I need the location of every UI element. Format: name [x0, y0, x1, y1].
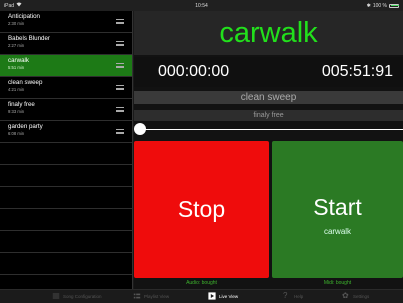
song-duration: 5:51 min: [8, 64, 25, 70]
empty-row: [0, 165, 132, 187]
tab-live-view[interactable]: Live View: [208, 292, 238, 300]
midi-status: Midi: bought: [323, 280, 352, 286]
song-row-finaly-free[interactable]: finaly free 9:33 min: [0, 99, 132, 121]
help-icon: ?: [283, 291, 288, 300]
remaining-time: 005:51:91: [321, 63, 393, 80]
song-row-anticipation[interactable]: Anticipation 2:30 min: [0, 11, 132, 33]
tab-help[interactable]: ? Help: [283, 292, 303, 300]
song-title: Anticipation: [8, 13, 40, 20]
after-next-song: finaly free: [134, 110, 403, 121]
position-slider-knob[interactable]: [134, 123, 146, 135]
start-label: Start: [313, 194, 362, 220]
timer-panel: 000:00:00 005:51:91: [134, 57, 403, 87]
tab-label: Live View: [219, 293, 239, 299]
song-row-carwalk[interactable]: carwalk 5:51 min: [0, 55, 132, 77]
tab-settings[interactable]: ✿ Settings: [342, 292, 369, 300]
wifi-icon: [16, 2, 22, 9]
reorder-handle-icon[interactable]: [116, 129, 124, 134]
tab-label: Playlist View: [144, 293, 170, 299]
song-duration: 9:33 min: [8, 108, 25, 114]
song-duration: 4:21 min: [8, 86, 25, 92]
song-duration: 2:27 min: [8, 42, 25, 48]
tab-playlist-view[interactable]: Playlist View: [133, 292, 169, 300]
song-title: carwalk: [8, 57, 29, 64]
live-view: carwalk 000:00:00 005:51:91 clean sweep …: [134, 11, 403, 289]
reorder-handle-icon[interactable]: [116, 41, 124, 46]
audio-status: Audio: bought: [186, 280, 217, 286]
song-list[interactable]: Anticipation 2:30 min Babels Blunder 2:2…: [0, 11, 133, 289]
bluetooth-icon: ✱: [366, 2, 371, 9]
play-icon: [208, 292, 216, 300]
next-song: clean sweep: [134, 91, 403, 104]
empty-row: [0, 231, 132, 253]
reorder-handle-icon[interactable]: [116, 107, 124, 112]
battery-icon: [389, 3, 400, 8]
song-row-babels-blunder[interactable]: Babels Blunder 2:27 min: [0, 33, 132, 55]
song-duration: 6:08 min: [8, 130, 25, 136]
reorder-handle-icon[interactable]: [116, 85, 124, 90]
song-title: garden party: [8, 123, 43, 130]
position-slider-track[interactable]: [140, 129, 403, 130]
song-duration: 2:30 min: [8, 20, 25, 26]
tab-song-configuration[interactable]: Song Configuration: [52, 292, 102, 300]
song-row-garden-party[interactable]: garden party 6:08 min: [0, 121, 132, 143]
reorder-handle-icon[interactable]: [116, 63, 124, 68]
reorder-handle-icon[interactable]: [116, 19, 124, 24]
empty-row: [0, 187, 132, 209]
start-button[interactable]: Start carwalk: [272, 141, 403, 278]
battery-percent: 100 %: [372, 2, 388, 9]
empty-row: [0, 143, 132, 165]
stop-label: Stop: [177, 196, 226, 222]
empty-row: [0, 209, 132, 231]
song-title: Babels Blunder: [8, 35, 50, 42]
tab-label: Settings: [353, 293, 370, 299]
tab-label: Song Configuration: [63, 293, 102, 299]
current-song-title: carwalk: [134, 11, 403, 55]
list-settings-icon: [52, 293, 60, 299]
gear-icon: ✿: [342, 291, 349, 300]
stop-button[interactable]: Stop: [134, 141, 269, 278]
song-row-clean-sweep[interactable]: clean sweep 4:21 min: [0, 77, 132, 99]
song-title: finaly free: [8, 101, 35, 108]
device-name: iPad: [4, 2, 15, 9]
empty-row: [0, 253, 132, 275]
tab-bar: Song Configuration Playlist View Live Vi…: [0, 289, 403, 303]
elapsed-time: 000:00:00: [158, 63, 230, 80]
start-song-label: carwalk: [323, 227, 352, 236]
status-time: 10:54: [195, 2, 208, 9]
playlist-icon: [133, 293, 141, 299]
song-title: clean sweep: [8, 79, 43, 86]
tab-label: Help: [294, 293, 304, 299]
status-bar: iPad 10:54 ✱ 100 %: [0, 0, 403, 11]
